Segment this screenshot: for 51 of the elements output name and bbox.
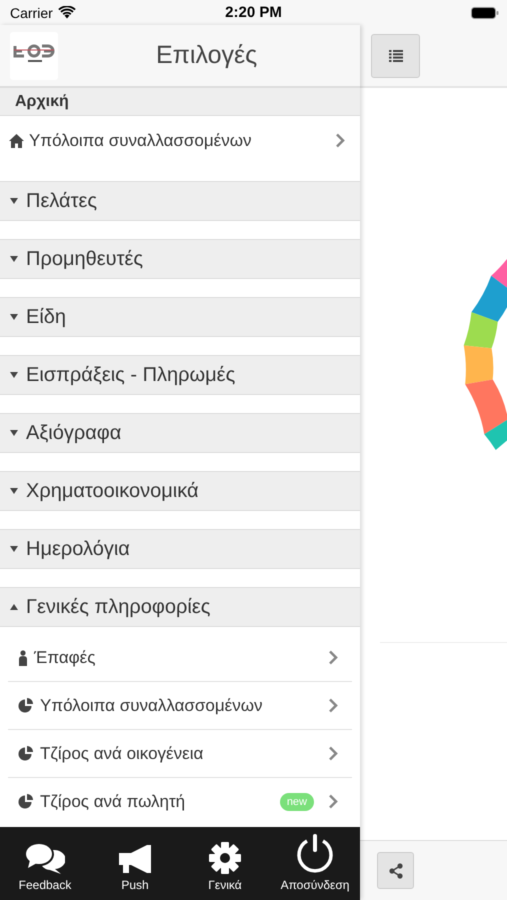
menu-title: Επιλογές <box>156 41 258 70</box>
accordion-header[interactable]: Πελάτες <box>0 181 360 221</box>
menu-item[interactable]: Τζίρος ανά οικογένεια <box>8 730 352 778</box>
caret-icon <box>10 604 18 610</box>
person-icon <box>18 650 28 666</box>
menu-item[interactable]: Υπόλοιπα συναλλασσομένων <box>0 116 360 165</box>
accordion-header[interactable]: Εισπράξεις - Πληρωμές <box>0 355 360 395</box>
accordion-header[interactable]: Αξιόγραφα <box>0 413 360 453</box>
caret-icon <box>10 256 18 262</box>
list-icon <box>388 50 402 62</box>
share-button[interactable] <box>377 852 414 889</box>
clock-time: 2:20 PM <box>225 4 282 21</box>
logo-icon <box>10 32 58 80</box>
caret-icon <box>10 314 18 320</box>
menu-item[interactable]: Έπαφές <box>8 634 352 682</box>
share-icon <box>388 862 402 878</box>
menu-item[interactable]: Υπόλοιπα συναλλασσομένων <box>8 682 352 730</box>
accordion-header[interactable]: Προμηθευτές <box>0 239 360 279</box>
accordion-header[interactable]: Ημερολόγια <box>0 529 360 569</box>
caret-icon <box>10 198 18 204</box>
accordion-header[interactable]: Χρηματοοικονομικά <box>0 471 360 511</box>
chat-bubbles-icon <box>25 843 65 875</box>
chevron-icon <box>335 133 345 148</box>
caret-icon <box>10 430 18 436</box>
battery-icon <box>471 6 499 18</box>
tab-item[interactable]: Γενικά <box>180 827 270 900</box>
new-badge: new <box>280 792 314 810</box>
chevron-icon <box>328 794 338 809</box>
home-icon <box>9 134 24 148</box>
list-button[interactable] <box>371 34 420 78</box>
caret-icon <box>10 372 18 378</box>
tab-item[interactable]: Feedback <box>0 827 90 900</box>
carrier-label: Carrier <box>10 4 53 20</box>
power-icon <box>295 833 335 875</box>
accordion-header[interactable]: Είδη <box>0 297 360 337</box>
wifi-icon <box>58 6 76 19</box>
menu-item[interactable]: Τζίρος ανά πωλητή new <box>8 778 352 825</box>
chevron-icon <box>328 746 338 761</box>
pie-chart-icon <box>18 794 34 809</box>
megaphone-icon <box>117 843 153 875</box>
accordion-header[interactable]: Γενικές πληροφορίες <box>0 587 360 627</box>
chevron-icon <box>328 650 338 665</box>
section-title: Αρχική <box>0 88 360 116</box>
tab-item[interactable]: Push <box>90 827 180 900</box>
caret-icon <box>10 488 18 494</box>
caret-icon <box>10 546 18 552</box>
tab-item[interactable]: Αποσύνδεση <box>270 827 360 900</box>
pie-chart-icon <box>18 746 34 761</box>
chevron-icon <box>328 698 338 713</box>
gear-icon <box>208 841 242 875</box>
pie-chart-icon <box>18 698 34 713</box>
